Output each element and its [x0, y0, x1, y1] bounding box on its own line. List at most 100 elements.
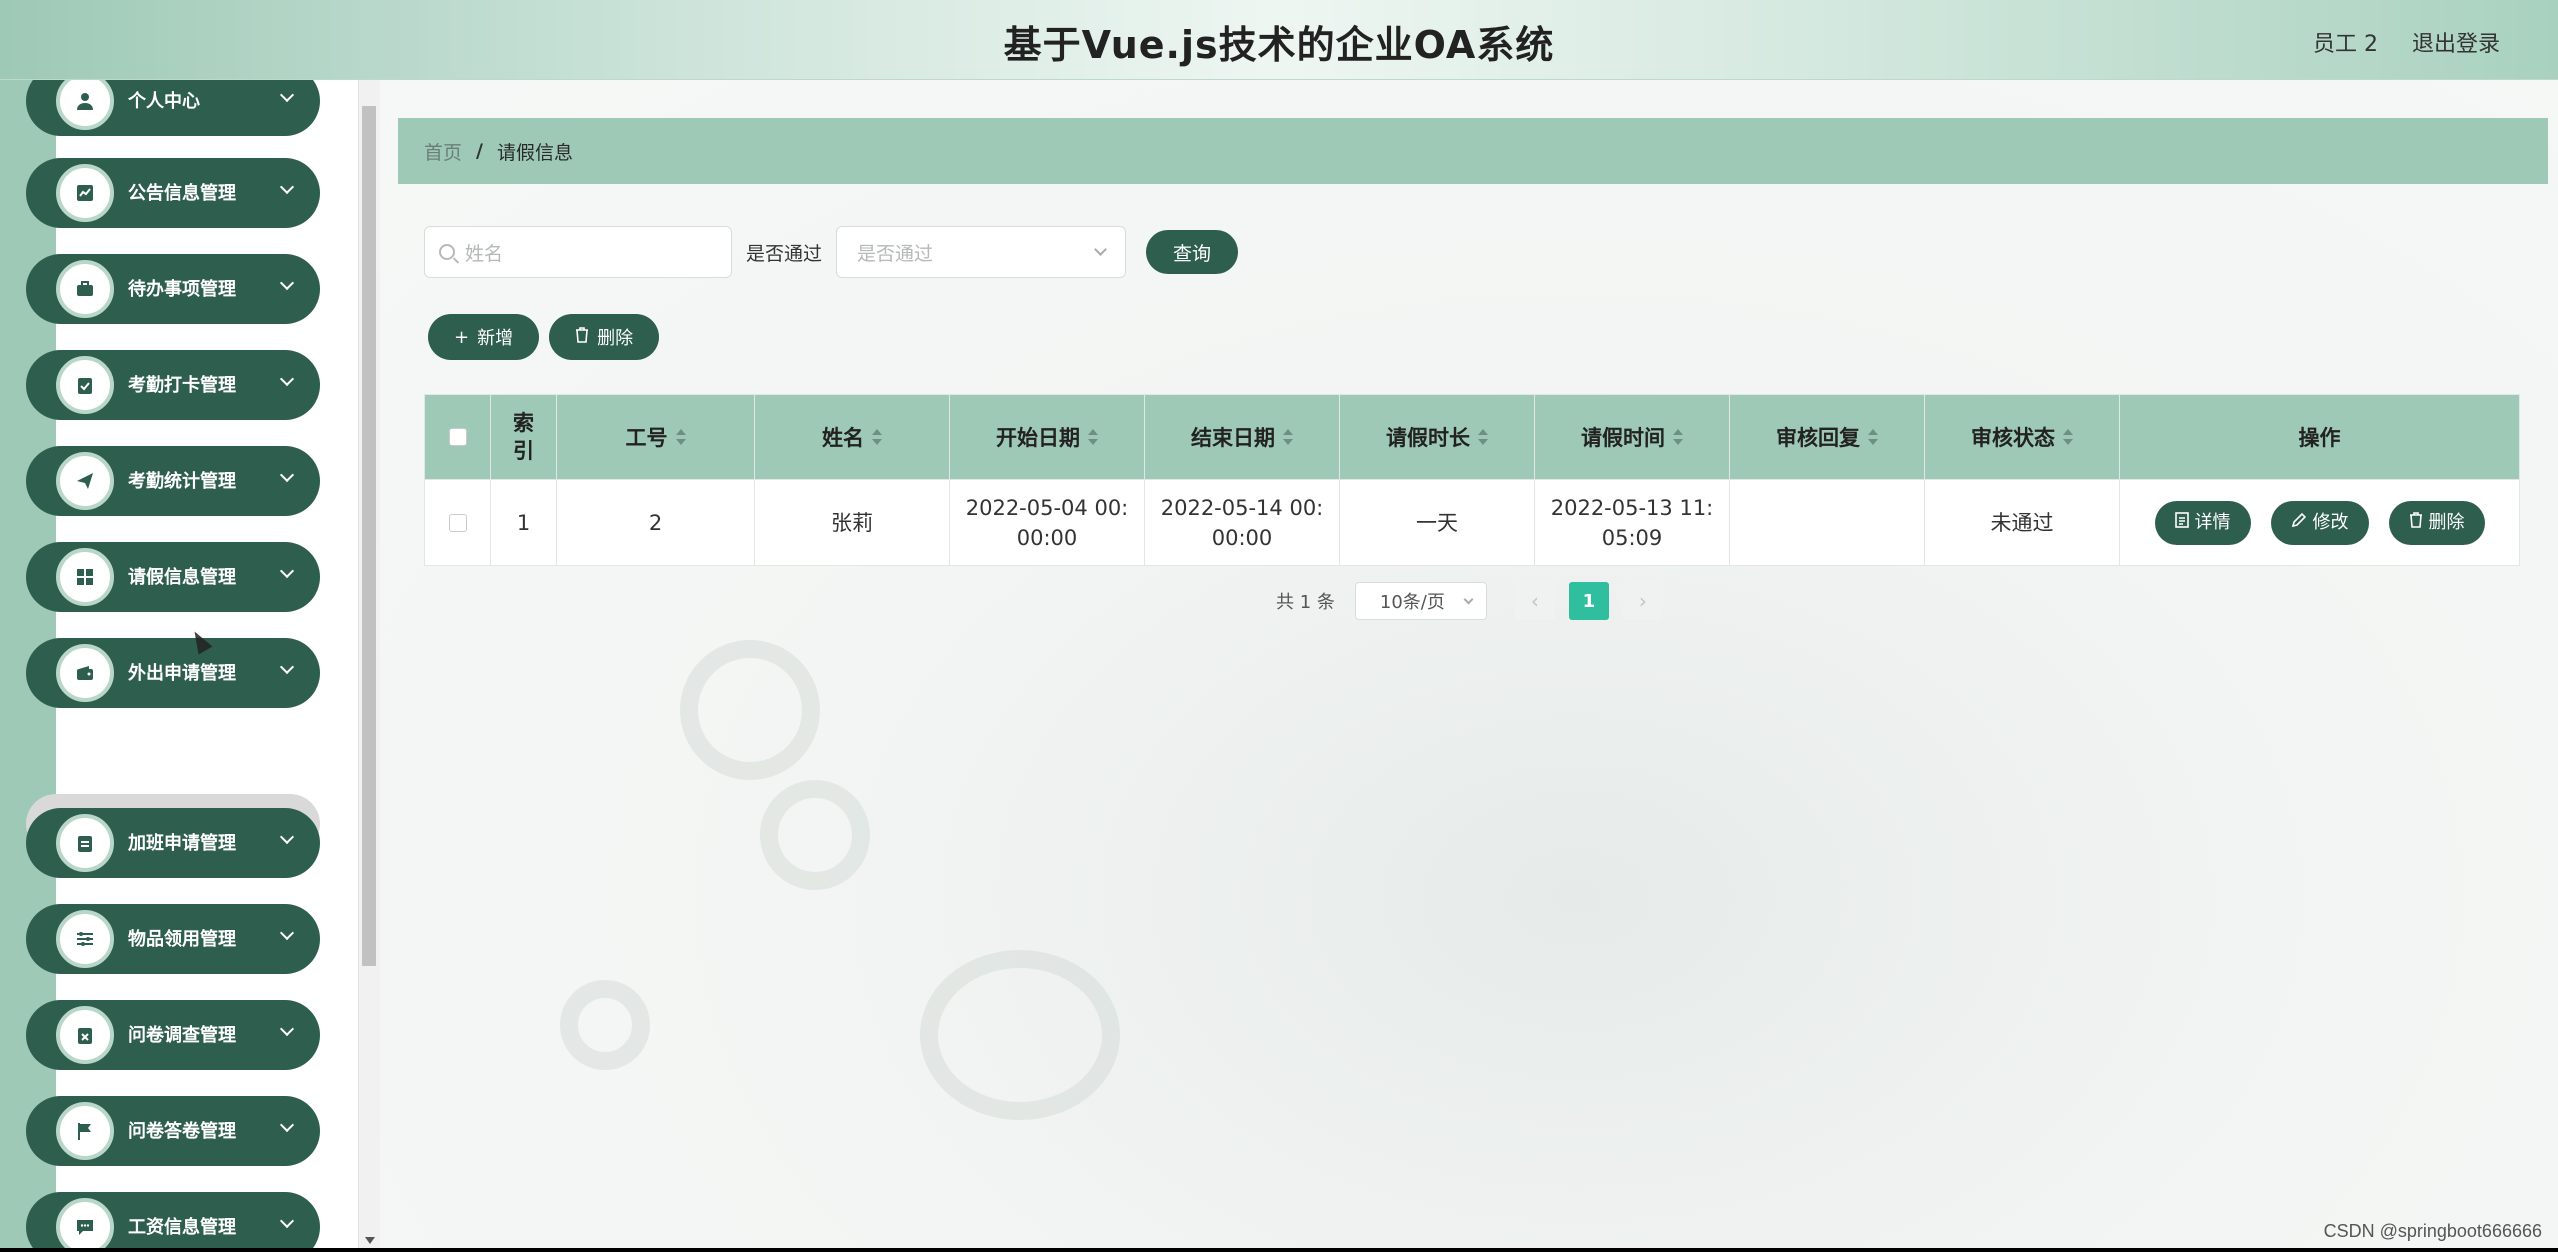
sidebar-item-outing-requests[interactable]: 外出申请管理: [26, 638, 320, 708]
chevron-down-icon: [1094, 243, 1107, 256]
detail-button[interactable]: 详情: [2154, 500, 2251, 545]
edit-button-label: 修改: [2312, 511, 2349, 533]
clipboard-check-icon: [56, 356, 114, 414]
wallet-icon: [56, 644, 114, 702]
sidebar-item-label: 物品领用管理: [128, 929, 236, 950]
sidebar-item-label: 考勤统计管理: [128, 471, 236, 492]
background-decoration: [760, 780, 870, 890]
logout-link[interactable]: 退出登录: [2412, 26, 2500, 58]
sort-icon[interactable]: [1673, 429, 1683, 445]
briefcase-icon: [56, 260, 114, 318]
col-reply-label: 审核回复: [1776, 426, 1860, 450]
sidebar-scrollbar[interactable]: [358, 80, 380, 1248]
add-button[interactable]: + 新增: [428, 314, 540, 360]
breadcrumb-current: 请假信息: [496, 141, 573, 164]
cell-emp-no: 2: [557, 480, 755, 565]
chevron-down-icon: [279, 1021, 295, 1037]
trash-icon: [575, 326, 589, 348]
sidebar-item-announcements[interactable]: 公告信息管理: [26, 158, 320, 228]
cell-status: 未通过: [1925, 480, 2120, 565]
clipboard-icon: [56, 814, 114, 872]
batch-delete-button[interactable]: 删除: [549, 314, 660, 360]
chevron-down-icon: [279, 659, 295, 675]
cell-actions: 详情 修改 删除: [2120, 480, 2519, 565]
sort-icon[interactable]: [1478, 429, 1488, 445]
sidebar-item-overtime[interactable]: 加班申请管理: [26, 808, 320, 878]
pagination-total: 共 1 条: [1276, 592, 1335, 613]
sort-icon[interactable]: [2063, 429, 2073, 445]
chevron-down-icon: [279, 829, 295, 845]
sidebar-item-label: 公告信息管理: [128, 183, 236, 204]
scroll-down-arrow-icon[interactable]: [365, 1237, 375, 1244]
query-button[interactable]: 查询: [1146, 230, 1239, 274]
sidebar-item-todo[interactable]: 待办事项管理: [26, 254, 320, 324]
col-emp-no[interactable]: 工号: [557, 395, 755, 479]
edit-button[interactable]: 修改: [2270, 500, 2369, 545]
approval-filter-select[interactable]: 是否通过: [836, 226, 1127, 278]
header-user-area: 员工 2 退出登录: [2313, 26, 2500, 58]
grid-icon: [56, 548, 114, 606]
app-title: 基于Vue.js技术的企业OA系统: [1003, 23, 1555, 67]
page-size-select[interactable]: 10条/页: [1354, 582, 1487, 620]
document-icon: [2174, 508, 2189, 538]
sidebar-item-personal-center[interactable]: 个人中心: [26, 80, 320, 136]
cell-index: 1: [491, 480, 557, 565]
col-end-date[interactable]: 结束日期: [1145, 395, 1340, 479]
action-toolbar: + 新增 删除: [428, 314, 660, 360]
name-search-input[interactable]: 姓名: [424, 226, 732, 278]
col-status[interactable]: 审核状态: [1925, 395, 2120, 479]
sidebar-item-attendance-stats[interactable]: 考勤统计管理: [26, 446, 320, 516]
sidebar-item-leave-management[interactable]: 请假信息管理: [26, 542, 320, 612]
flag-icon: [56, 1102, 114, 1160]
current-user[interactable]: 员工 2: [2313, 26, 2378, 58]
sidebar-item-label: 外出申请管理: [128, 663, 236, 684]
breadcrumb: 首页 / 请假信息: [398, 118, 2548, 184]
row-delete-button-label: 删除: [2428, 511, 2465, 533]
select-all-checkbox[interactable]: [448, 428, 467, 446]
background-decoration: [560, 980, 650, 1070]
cell-name: 张莉: [755, 480, 950, 565]
col-duration[interactable]: 请假时长: [1340, 395, 1535, 479]
paper-plane-icon: [56, 452, 114, 510]
col-name-label: 姓名: [822, 426, 864, 450]
col-reply[interactable]: 审核回复: [1730, 395, 1925, 479]
batch-delete-label: 删除: [597, 328, 634, 349]
pencil-icon: [2291, 508, 2307, 538]
col-name[interactable]: 姓名: [755, 395, 950, 479]
breadcrumb-home[interactable]: 首页: [424, 138, 462, 165]
plus-icon: +: [454, 326, 470, 348]
sidebar-item-survey-answers[interactable]: 问卷答卷管理: [26, 1096, 320, 1166]
sidebar-item-label: 待办事项管理: [128, 279, 236, 300]
chevron-down-icon: [279, 1213, 295, 1229]
sidebar-item-supplies[interactable]: 物品领用管理: [26, 904, 320, 974]
col-start-date[interactable]: 开始日期: [950, 395, 1145, 479]
next-page-button[interactable]: ›: [1622, 582, 1663, 620]
chevron-down-icon: [279, 467, 295, 483]
col-actions-label: 操作: [2298, 426, 2341, 450]
detail-button-label: 详情: [2194, 511, 2231, 533]
sort-icon[interactable]: [872, 429, 882, 445]
sidebar-item-label: 工资信息管理: [128, 1217, 236, 1238]
row-checkbox[interactable]: [448, 513, 467, 532]
sort-icon[interactable]: [1283, 429, 1293, 445]
col-status-label: 审核状态: [1971, 426, 2055, 450]
sidebar-item-salary[interactable]: 工资信息管理: [26, 1192, 320, 1248]
scrollbar-thumb[interactable]: [362, 106, 376, 966]
background-decoration: [680, 640, 820, 780]
sliders-icon: [56, 910, 114, 968]
sort-icon[interactable]: [675, 429, 686, 445]
page-size-value: 10条/页: [1379, 592, 1445, 613]
sidebar-item-surveys[interactable]: 问卷调查管理: [26, 1000, 320, 1070]
row-delete-button[interactable]: 删除: [2388, 500, 2485, 545]
sort-icon[interactable]: [1868, 429, 1878, 445]
prev-page-button[interactable]: ‹: [1514, 582, 1555, 620]
col-leave-time[interactable]: 请假时间: [1535, 395, 1730, 479]
page-number-1[interactable]: 1: [1568, 582, 1609, 620]
sidebar-item-attendance-checkin[interactable]: 考勤打卡管理: [26, 350, 320, 420]
chart-icon: [56, 164, 114, 222]
sidebar-item-label: 个人中心: [128, 91, 200, 112]
chevron-down-icon: [279, 371, 295, 387]
approval-filter-label: 是否通过: [746, 242, 823, 265]
sort-icon[interactable]: [1088, 429, 1098, 445]
col-end-date-label: 结束日期: [1191, 426, 1275, 450]
